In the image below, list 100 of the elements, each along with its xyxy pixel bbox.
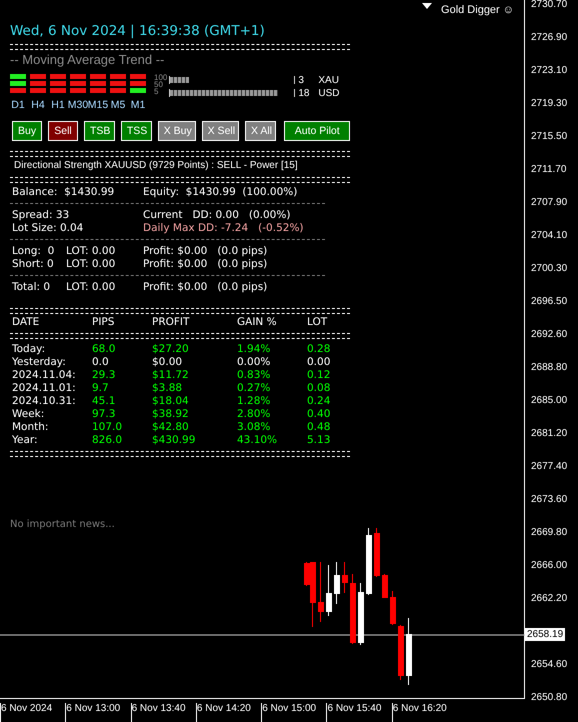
column-header: PROFIT [152, 316, 190, 329]
table-cell-text: $11.72 [152, 369, 190, 382]
trade-button[interactable]: Buy [12, 121, 42, 141]
table-cell-text: 0.08 [307, 382, 332, 395]
table-cell-text: Year: [12, 434, 39, 447]
table-cell-text: 0.40 [307, 408, 332, 421]
directional-strength: Directional Strength XAUUSD (9729 Points) : SELL - Power [15] [13, 159, 299, 173]
date-time: Wed, 6 Nov 2024 | 16:39:38 (GMT+1) [10, 22, 266, 40]
price-label: 2715.50 [531, 130, 568, 144]
candle [318, 562, 324, 622]
price-label: 2726.90 [531, 31, 568, 45]
table-cell-text: 2024.10.31: [12, 395, 77, 408]
price-label: 2669.80 [531, 526, 568, 540]
stat-text: LOT: 0.00 [66, 281, 116, 294]
expert-name: Gold Digger ☺ [441, 4, 514, 16]
column-header: PIPS [92, 316, 116, 329]
scale-label: 50 [154, 81, 163, 88]
table-cell-text: 2024.11.01: [12, 382, 77, 395]
table-cell-text: 0.48 [307, 421, 332, 434]
candle [374, 528, 380, 578]
time-label: 6 Nov 16:20 [392, 703, 458, 722]
table-cell-text: Yesterday: [12, 356, 67, 369]
stat-text: Profit: $0.00 (0.0 pips) [143, 281, 268, 294]
trend-title: -- Moving Average Trend -- [10, 52, 166, 68]
timeframe-label: M30 [68, 99, 88, 111]
table-cell-text: 0.0 [92, 356, 110, 369]
currency-label: USD [318, 88, 340, 98]
time-label: 6 Nov 13:00 [65, 703, 131, 722]
trade-button[interactable]: Sell [48, 121, 78, 141]
table-cell-text: $42.80 [152, 421, 190, 434]
triangle-icon[interactable] [422, 3, 432, 9]
table-cell-text: 0.12 [307, 369, 332, 382]
stat-text: Current DD: 0.00 (0.00%) [143, 209, 290, 222]
table-cell-text: $430.99 [152, 434, 196, 447]
table-cell-text: $38.92 [152, 408, 190, 421]
candle [334, 562, 340, 604]
candle [366, 528, 372, 596]
table-cell-text: 826.0 [92, 434, 124, 447]
price-label: 2681.20 [531, 427, 568, 441]
stat-text: LOT: 0.00 [66, 258, 116, 271]
column-header: GAIN % [237, 316, 278, 329]
table-cell-text: 1.94% [237, 343, 272, 356]
candle [342, 562, 348, 594]
meter-value: 3 [298, 74, 305, 86]
time-label: 6 Nov 13:40 [130, 703, 196, 722]
table-cell-text: 68.0 [92, 343, 116, 356]
table-cell-text: 0.27% [237, 382, 272, 395]
trade-button[interactable]: Auto Pilot [284, 121, 350, 141]
table-cell-text: 0.00% [237, 356, 272, 369]
candle [350, 574, 356, 644]
column-header: DATE [12, 316, 40, 329]
trade-button[interactable]: X Sell [202, 121, 239, 141]
table-cell-text: 2.80% [237, 408, 272, 421]
trade-button[interactable]: X All [245, 121, 276, 141]
price-label: 2685.00 [531, 394, 568, 408]
time-label: 6 Nov 15:00 [261, 703, 326, 722]
candle [358, 582, 364, 646]
trade-button[interactable]: TSB [84, 121, 115, 141]
price-label: 2677.40 [531, 460, 568, 474]
price-label: 2692.60 [531, 328, 568, 342]
table-cell-text: 29.3 [92, 369, 116, 382]
price-label: 2666.00 [531, 559, 568, 573]
stat-text: Spread: 33 [12, 209, 70, 222]
table-cell-text: 0.00 [307, 356, 332, 369]
table-cell-text: 107.0 [92, 421, 124, 434]
price-label: 2707.90 [531, 196, 568, 210]
price-label: 2673.60 [531, 493, 568, 507]
timeframe-label: H4 [31, 99, 45, 111]
stat-text: Lot Size: 0.04 [12, 222, 84, 235]
table-cell-text: 9.7 [92, 382, 110, 395]
table-cell-text: 1.28% [237, 395, 272, 408]
current-price-label: 2658.19 [525, 628, 566, 641]
table-cell-text: 3.08% [237, 421, 272, 434]
table-cell-text: $27.20 [152, 343, 190, 356]
table-cell-text: $3.88 [152, 382, 184, 395]
price-label: 2723.10 [531, 64, 568, 78]
table-cell-text: $0.00 [152, 356, 184, 369]
price-label: 2700.30 [531, 262, 568, 276]
stat-text: Daily Max DD: -7.24 (-0.52%) [143, 222, 304, 235]
table-cell-text: $18.04 [152, 395, 190, 408]
scale-label: 100 [154, 74, 168, 81]
scale-label: 5 [154, 88, 158, 95]
price-label: 2654.60 [531, 658, 568, 672]
stat-text: LOT: 0.00 [66, 245, 116, 258]
currency-label: XAU [318, 74, 339, 86]
time-label: 6 Nov 2024 [0, 703, 66, 722]
candle [326, 564, 332, 616]
time-label: 6 Nov 15:40 [326, 703, 392, 722]
trade-button[interactable]: TSS [120, 121, 152, 141]
table-cell-text: 0.24 [307, 395, 332, 408]
table-cell-text: 2024.11.04: [12, 369, 77, 382]
price-label: 2662.20 [531, 592, 568, 606]
price-label: 2696.50 [531, 295, 568, 309]
timeframe-label: M15 [88, 99, 108, 111]
candle [406, 618, 412, 686]
meter-value: 18 [298, 88, 310, 98]
timeframe-label: D1 [11, 99, 25, 111]
news-text: No important news... [10, 519, 116, 530]
table-cell-text: 0.28 [307, 343, 332, 356]
trade-button[interactable]: X Buy [158, 121, 196, 141]
